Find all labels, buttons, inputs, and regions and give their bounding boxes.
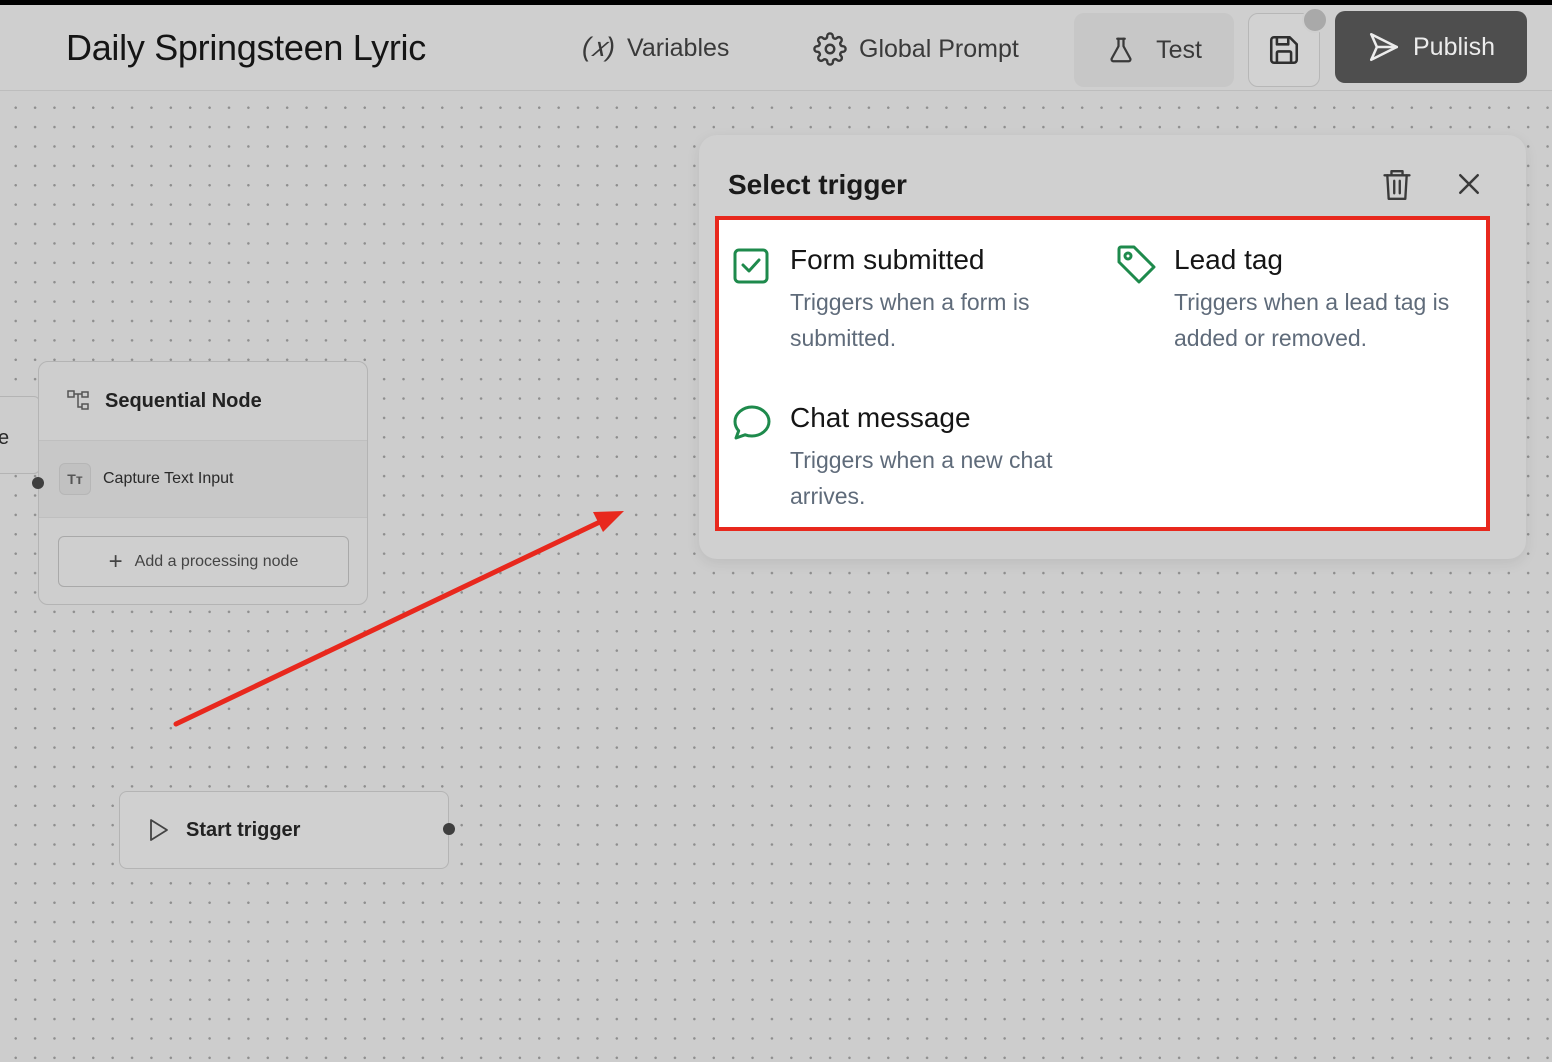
app-header: Daily Springsteen Lyric (𝑥) Variables Gl…	[0, 5, 1552, 91]
option-title: Form submitted	[790, 244, 985, 275]
option-title: Lead tag	[1174, 244, 1283, 275]
add-processing-node-button[interactable]: + Add a processing node	[58, 536, 349, 587]
variable-x-icon: (𝑥)	[582, 32, 616, 62]
publish-label: Publish	[1413, 32, 1495, 61]
add-processing-node-label: Add a processing node	[134, 552, 299, 570]
variables-button[interactable]: (𝑥) Variables	[582, 32, 729, 64]
offscreen-node[interactable]: e	[0, 396, 40, 474]
sequential-node-title: Sequential Node	[105, 389, 262, 412]
option-title: Chat message	[790, 402, 971, 433]
publish-button[interactable]: Publish	[1335, 11, 1527, 83]
start-trigger-output-handle[interactable]	[443, 823, 455, 835]
plus-icon: +	[108, 547, 123, 575]
text-type-icon: Tт	[59, 463, 91, 495]
trash-icon	[1383, 169, 1411, 201]
option-description: Triggers when a form is submitted.	[790, 289, 1030, 351]
sequential-node-input-handle[interactable]	[32, 477, 44, 489]
step-label: Capture Text Input	[103, 470, 234, 487]
start-trigger-node[interactable]: Start trigger	[119, 791, 449, 869]
close-button[interactable]	[1454, 169, 1484, 204]
flask-icon	[1110, 37, 1132, 63]
global-prompt-button[interactable]: Global Prompt	[813, 32, 1019, 66]
start-trigger-label: Start trigger	[186, 818, 301, 841]
panel-title: Select trigger	[728, 169, 907, 200]
global-prompt-label: Global Prompt	[859, 34, 1019, 63]
test-label: Test	[1156, 35, 1202, 64]
send-icon	[1369, 32, 1399, 62]
sequential-node[interactable]: Sequential Node Tт Capture Text Input + …	[38, 361, 368, 605]
floppy-disk-icon	[1269, 35, 1299, 65]
sequential-node-header: Sequential Node	[39, 362, 367, 440]
close-icon	[1459, 174, 1479, 194]
option-description: Triggers when a new chat arrives.	[790, 447, 1053, 509]
trigger-options-highlight: Form submitted Triggers when a form is s…	[715, 216, 1490, 531]
checkbox-icon	[733, 248, 769, 284]
chat-bubble-icon	[733, 405, 771, 440]
gear-icon	[813, 32, 847, 66]
flow-structure-icon	[67, 390, 89, 410]
play-icon	[150, 819, 168, 841]
workflow-title[interactable]: Daily Springsteen Lyric	[66, 27, 426, 69]
delete-button[interactable]	[1380, 167, 1414, 208]
tag-icon	[1117, 245, 1156, 284]
unsaved-indicator	[1302, 7, 1328, 33]
option-description: Triggers when a lead tag is added or rem…	[1174, 289, 1450, 351]
test-button[interactable]: Test	[1074, 13, 1234, 87]
capture-text-input-step[interactable]: Tт Capture Text Input	[39, 440, 367, 518]
variables-label: Variables	[627, 33, 730, 62]
offscreen-node-label: e	[0, 427, 9, 449]
